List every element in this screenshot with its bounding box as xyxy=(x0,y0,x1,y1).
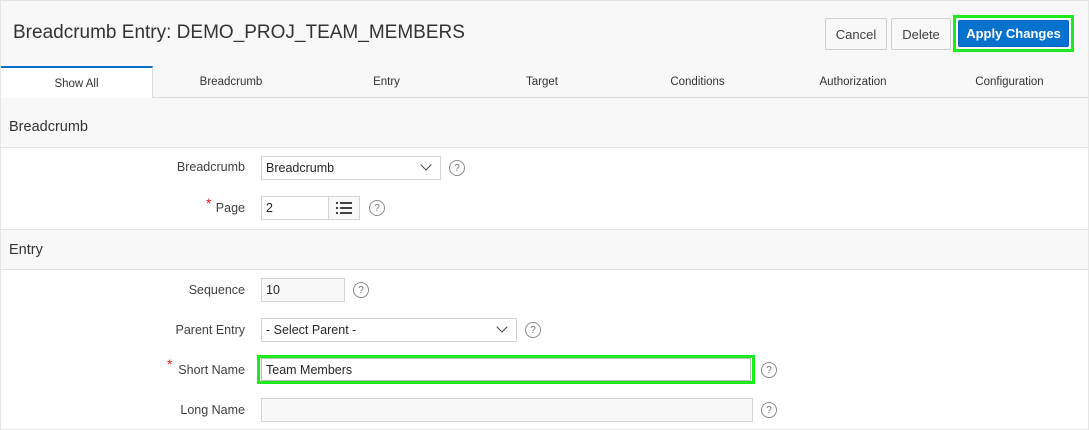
section-entry-header: Entry xyxy=(1,229,1088,270)
help-icon[interactable]: ? xyxy=(449,160,465,176)
parent-entry-select[interactable]: - Select Parent - xyxy=(261,318,517,342)
tab-conditions[interactable]: Conditions xyxy=(620,66,775,98)
help-icon[interactable]: ? xyxy=(761,402,777,418)
page-label: Page xyxy=(215,201,245,215)
help-icon[interactable]: ? xyxy=(369,200,385,216)
list-icon xyxy=(336,202,352,214)
parent-entry-label: Parent Entry xyxy=(175,323,245,337)
tab-show-all[interactable]: Show All xyxy=(1,66,153,99)
page-input-value: 2 xyxy=(266,201,273,215)
tab-authorization[interactable]: Authorization xyxy=(775,66,931,98)
sequence-input-value: 10 xyxy=(266,283,280,297)
short-name-label: Short Name xyxy=(178,363,245,377)
breadcrumb-entry-page: Breadcrumb Entry: DEMO_PROJ_TEAM_MEMBERS… xyxy=(0,0,1089,430)
section-breadcrumb-title: Breadcrumb xyxy=(9,119,88,135)
tab-configuration[interactable]: Configuration xyxy=(931,66,1088,98)
apply-changes-highlight: Apply Changes xyxy=(953,15,1074,52)
tab-breadcrumb[interactable]: Breadcrumb xyxy=(153,66,309,98)
section-entry-title: Entry xyxy=(9,242,43,258)
apply-changes-button[interactable]: Apply Changes xyxy=(958,20,1069,47)
chevron-down-icon xyxy=(496,321,508,333)
delete-button[interactable]: Delete xyxy=(891,18,951,50)
tab-target[interactable]: Target xyxy=(464,66,620,98)
breadcrumb-select[interactable]: Breadcrumb xyxy=(261,156,441,180)
chevron-down-icon xyxy=(420,159,432,171)
section-breadcrumb-header: Breadcrumb xyxy=(1,98,1088,148)
short-name-input-value: Team Members xyxy=(266,362,353,377)
page-input[interactable]: 2 xyxy=(261,196,329,220)
help-icon[interactable]: ? xyxy=(353,282,369,298)
sequence-label: Sequence xyxy=(188,283,245,297)
tab-bar: Show All Breadcrumb Entry Target Conditi… xyxy=(1,66,1088,99)
cancel-button[interactable]: Cancel xyxy=(825,18,887,50)
page-title: Breadcrumb Entry: DEMO_PROJ_TEAM_MEMBERS xyxy=(13,22,465,43)
long-name-input[interactable] xyxy=(261,398,753,422)
breadcrumb-label: Breadcrumb xyxy=(176,160,245,174)
breadcrumb-select-value: Breadcrumb xyxy=(266,161,335,175)
help-icon[interactable]: ? xyxy=(525,322,541,338)
tab-entry[interactable]: Entry xyxy=(309,66,464,98)
sequence-input[interactable]: 10 xyxy=(261,278,345,302)
page-header: Breadcrumb Entry: DEMO_PROJ_TEAM_MEMBERS… xyxy=(1,1,1088,66)
help-icon[interactable]: ? xyxy=(761,362,777,378)
page-list-button[interactable] xyxy=(328,196,360,220)
long-name-label: Long Name xyxy=(180,403,245,417)
parent-entry-select-value: - Select Parent - xyxy=(266,323,357,337)
short-name-input[interactable]: Team Members xyxy=(261,358,751,381)
